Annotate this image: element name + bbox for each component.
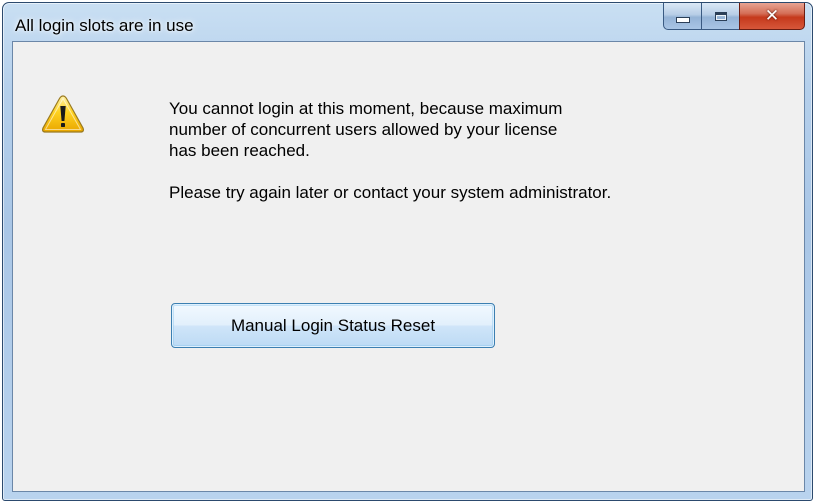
caption-buttons: ✕ xyxy=(663,3,805,31)
dialog-client-area: You cannot login at this moment, because… xyxy=(12,41,805,492)
close-icon: ✕ xyxy=(764,5,780,26)
window-title: All login slots are in use xyxy=(15,16,194,35)
close-button[interactable]: ✕ xyxy=(739,3,805,30)
message-text: You cannot login at this moment, because… xyxy=(169,98,789,203)
minimize-icon xyxy=(675,17,690,23)
message-line: You cannot login at this moment, because… xyxy=(169,99,563,118)
manual-login-status-reset-button[interactable]: Manual Login Status Reset xyxy=(171,303,495,348)
warning-icon xyxy=(41,95,85,133)
maximize-button[interactable] xyxy=(701,3,739,30)
message-line: has been reached. xyxy=(169,141,310,160)
message-secondary: Please try again later or contact your s… xyxy=(169,183,612,202)
dialog-window: All login slots are in use ✕ You cannot … xyxy=(2,2,813,501)
title-bar[interactable]: All login slots are in use ✕ xyxy=(3,3,812,41)
minimize-button[interactable] xyxy=(663,3,701,30)
message-line: number of concurrent users allowed by yo… xyxy=(169,120,558,139)
maximize-icon xyxy=(714,11,727,21)
